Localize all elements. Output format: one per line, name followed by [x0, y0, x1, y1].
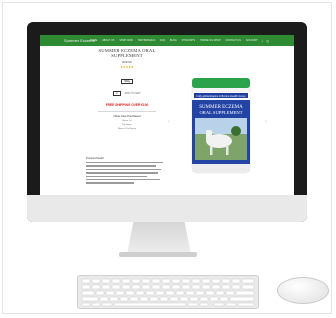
- site-logo[interactable]: Summer Eczema: [64, 38, 95, 43]
- nav-item-testimonials[interactable]: TESTIMONIALS: [138, 39, 156, 42]
- monitor-screen: Summer Eczema HOME ABOUT US SHOP NOW TES…: [40, 35, 294, 195]
- mouse: [277, 277, 329, 304]
- product-description: Product Detail: [86, 156, 166, 184]
- nav-item-account[interactable]: ACCOUNT: [246, 39, 258, 42]
- nav-item-stockists[interactable]: STOCKISTS: [182, 39, 196, 42]
- nav-item-contact[interactable]: CONTACT US: [226, 39, 241, 42]
- free-shipping-banner: FREE SHIPPING OVER €100: [105, 103, 149, 107]
- text-line: [86, 168, 162, 171]
- add-to-cart-button[interactable]: ADD TO CART: [125, 92, 141, 95]
- supplement-jar: Fully global Equine & Bovine Health Grou…: [191, 78, 251, 174]
- monitor-chin: [27, 195, 307, 222]
- site-navbar: Summer Eczema HOME ABOUT US SHOP NOW TES…: [40, 35, 294, 46]
- other-products-heading: Other Also Purchased: [113, 114, 141, 118]
- text-line: [86, 182, 134, 184]
- nav-item-horse-oil[interactable]: HORSE OIL SHOP: [200, 39, 220, 42]
- size-select[interactable]: 500g: [121, 79, 133, 84]
- nav-item-about[interactable]: ABOUT US: [102, 39, 114, 42]
- description-heading: Product Detail: [86, 156, 104, 160]
- nav-item-home[interactable]: HOME: [90, 39, 97, 42]
- rating-stars: ★★★★★: [120, 65, 134, 69]
- other-product-link[interactable]: Horse Oil: [88, 120, 166, 122]
- search-icon[interactable]: ⌕: [262, 39, 264, 43]
- text-line: [86, 178, 160, 181]
- keyboard-keys: [81, 278, 255, 307]
- nav-item-faq[interactable]: FAQ: [160, 39, 165, 42]
- chevron-right-icon[interactable]: ›: [265, 119, 267, 125]
- nav-menu: HOME ABOUT US SHOP NOW TESTIMONIALS FAQ …: [90, 39, 258, 42]
- divider: [98, 111, 156, 112]
- nav-item-blog[interactable]: BLOG: [170, 39, 177, 42]
- product-title: SUMMER ECZEMA ORAL SUPPLEMENT: [98, 48, 156, 58]
- monitor: Summer Eczema HOME ABOUT US SHOP NOW TES…: [27, 22, 307, 222]
- chevron-left-icon[interactable]: ‹: [168, 119, 170, 125]
- jar-band-text: Fully global Equine & Bovine Health Grou…: [196, 94, 246, 98]
- jar-label-line2: ORAL SUPPLEMENT: [199, 110, 242, 115]
- text-line: [86, 162, 163, 164]
- nav-icons: ⌕ ◫: [262, 39, 270, 43]
- keyboard: [77, 275, 259, 309]
- product-price: €29.99: [122, 60, 132, 64]
- quantity-field[interactable]: 1: [113, 91, 121, 96]
- other-product-link[interactable]: Mane & Tail Spray: [88, 128, 166, 130]
- monitor-stand-base: [119, 252, 197, 257]
- add-to-cart-row: 1 ADD TO CART: [88, 91, 166, 96]
- nav-item-shop[interactable]: SHOP NOW: [119, 39, 132, 42]
- cart-icon[interactable]: ◫: [266, 39, 269, 43]
- product-info: SUMMER ECZEMA ORAL SUPPLEMENT €29.99 ★★★…: [88, 48, 166, 130]
- text-line: [86, 165, 157, 167]
- other-product-link[interactable]: Fly Spray: [88, 124, 166, 126]
- text-line: [86, 175, 147, 177]
- product-image: Fully global Equine & Bovine Health Grou…: [186, 75, 256, 175]
- text-line: [86, 172, 158, 174]
- monitor-stand: [127, 222, 191, 254]
